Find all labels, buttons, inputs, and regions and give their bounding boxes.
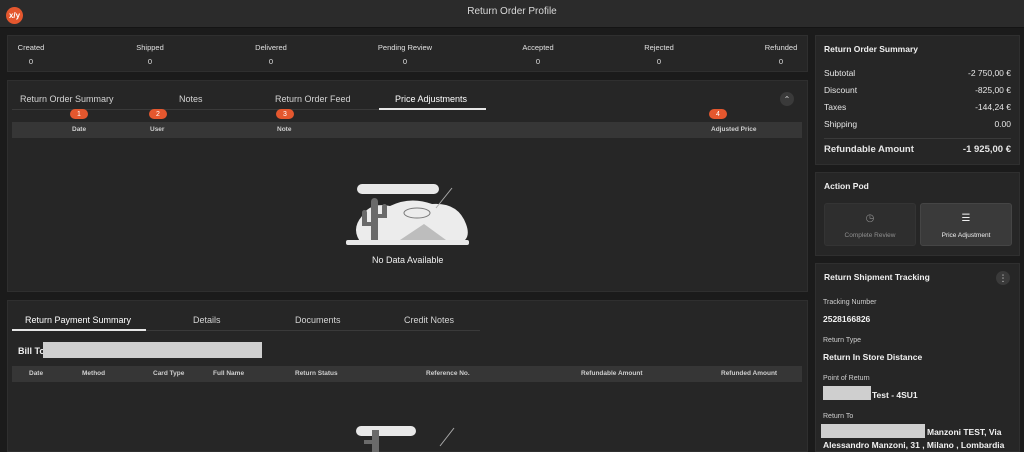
column-return-status[interactable]: Return Status xyxy=(295,370,338,377)
payment-active-tab-indicator xyxy=(12,329,146,331)
price-adjustment-button[interactable]: ☰ Price Adjustment xyxy=(920,203,1012,246)
tracking-title: Return Shipment Tracking xyxy=(824,272,930,282)
action-pod-title: Action Pod xyxy=(824,181,869,191)
step-badge-4: 4 xyxy=(709,109,727,119)
summary-row-taxes: Taxes -144,24 € xyxy=(824,102,1011,112)
tab-return-order-feed[interactable]: Return Order Feed xyxy=(275,94,351,104)
status-refunded: Refunded 0 xyxy=(764,43,798,66)
tab-details[interactable]: Details xyxy=(193,315,221,325)
column-adjusted-price[interactable]: Adjusted Price xyxy=(711,126,757,133)
empty-state-illustration-partial xyxy=(356,426,455,452)
redacted-bill-to xyxy=(43,342,262,358)
column-method[interactable]: Method xyxy=(82,370,105,377)
column-refundable-amount[interactable]: Refundable Amount xyxy=(581,370,643,377)
more-options-icon[interactable]: ⋮ xyxy=(996,271,1010,285)
tab-price-adjustments[interactable]: Price Adjustments xyxy=(395,94,467,104)
return-type-label: Return Type xyxy=(823,337,862,344)
status-created: Created 0 xyxy=(17,43,45,66)
sliders-icon: ☰ xyxy=(961,213,971,224)
step-badge-1: 1 xyxy=(70,109,88,119)
empty-state-illustration xyxy=(346,184,469,245)
tracking-number-value: 2528166826 xyxy=(823,314,871,324)
return-type-value: Return In Store Distance xyxy=(823,352,923,362)
redacted-return-to xyxy=(821,424,925,438)
empty-state-text: No Data Available xyxy=(372,255,444,265)
window-title: Return Order Profile xyxy=(467,6,557,17)
column-reference-no[interactable]: Reference No. xyxy=(426,370,470,377)
column-date[interactable]: Date xyxy=(29,370,43,377)
active-tab-indicator xyxy=(379,108,486,110)
tab-documents[interactable]: Documents xyxy=(295,315,341,325)
tab-notes[interactable]: Notes xyxy=(179,94,203,104)
return-to-line2: Alessandro Manzoni, 31 , Milano , Lombar… xyxy=(823,440,1005,450)
column-refunded-amount[interactable]: Refunded Amount xyxy=(721,370,777,377)
status-shipped: Shipped 0 xyxy=(136,43,164,66)
summary-row-discount: Discount -825,00 € xyxy=(824,85,1011,95)
point-of-return-label: Point of Return xyxy=(823,375,870,382)
clock-icon: ◷ xyxy=(865,213,875,224)
tab-return-payment-summary[interactable]: Return Payment Summary xyxy=(25,315,131,325)
title-bar: x/y Return Order Profile xyxy=(0,0,1024,28)
complete-review-button[interactable]: ◷ Complete Review xyxy=(824,203,916,246)
summary-title: Return Order Summary xyxy=(824,44,918,54)
step-badge-2: 2 xyxy=(149,109,167,119)
summary-row-subtotal: Subtotal -2 750,00 € xyxy=(824,68,1011,78)
status-pending-review: Pending Review 0 xyxy=(377,43,433,66)
return-to-label: Return To xyxy=(823,413,854,420)
summary-divider xyxy=(824,138,1011,139)
column-note[interactable]: Note xyxy=(277,126,291,133)
tracking-number-label: Tracking Number xyxy=(823,299,877,306)
bill-to-label: Bill To xyxy=(18,346,45,356)
collapse-icon[interactable]: ⌃ xyxy=(780,92,794,106)
column-date[interactable]: Date xyxy=(72,126,86,133)
return-order-summary-panel: Return Order Summary Subtotal -2 750,00 €… xyxy=(815,35,1020,165)
column-full-name[interactable]: Full Name xyxy=(213,370,244,377)
tab-return-order-summary[interactable]: Return Order Summary xyxy=(20,94,114,104)
status-accepted: Accepted 0 xyxy=(522,43,554,66)
step-badge-3: 3 xyxy=(276,109,294,119)
status-counts-panel: Created 0 Shipped 0 Delivered 0 Pending Rev… xyxy=(7,35,808,72)
column-card-type[interactable]: Card Type xyxy=(153,370,184,377)
summary-total: Refundable Amount -1 925,00 € xyxy=(824,144,1011,155)
point-of-return-value: Test - 4SU1 xyxy=(872,390,918,400)
column-user[interactable]: User xyxy=(150,126,164,133)
redacted-point-of-return xyxy=(823,386,871,400)
return-to-line1: Manzoni TEST, Via xyxy=(927,427,1002,437)
price-adjustments-table-header: Date User Note Adjusted Price xyxy=(12,122,802,138)
summary-row-shipping: Shipping 0.00 xyxy=(824,119,1011,129)
payment-table-header: Date Method Card Type Full Name Return S… xyxy=(12,366,802,382)
tab-credit-notes[interactable]: Credit Notes xyxy=(404,315,454,325)
status-rejected: Rejected 0 xyxy=(644,43,674,66)
status-delivered: Delivered 0 xyxy=(255,43,287,66)
